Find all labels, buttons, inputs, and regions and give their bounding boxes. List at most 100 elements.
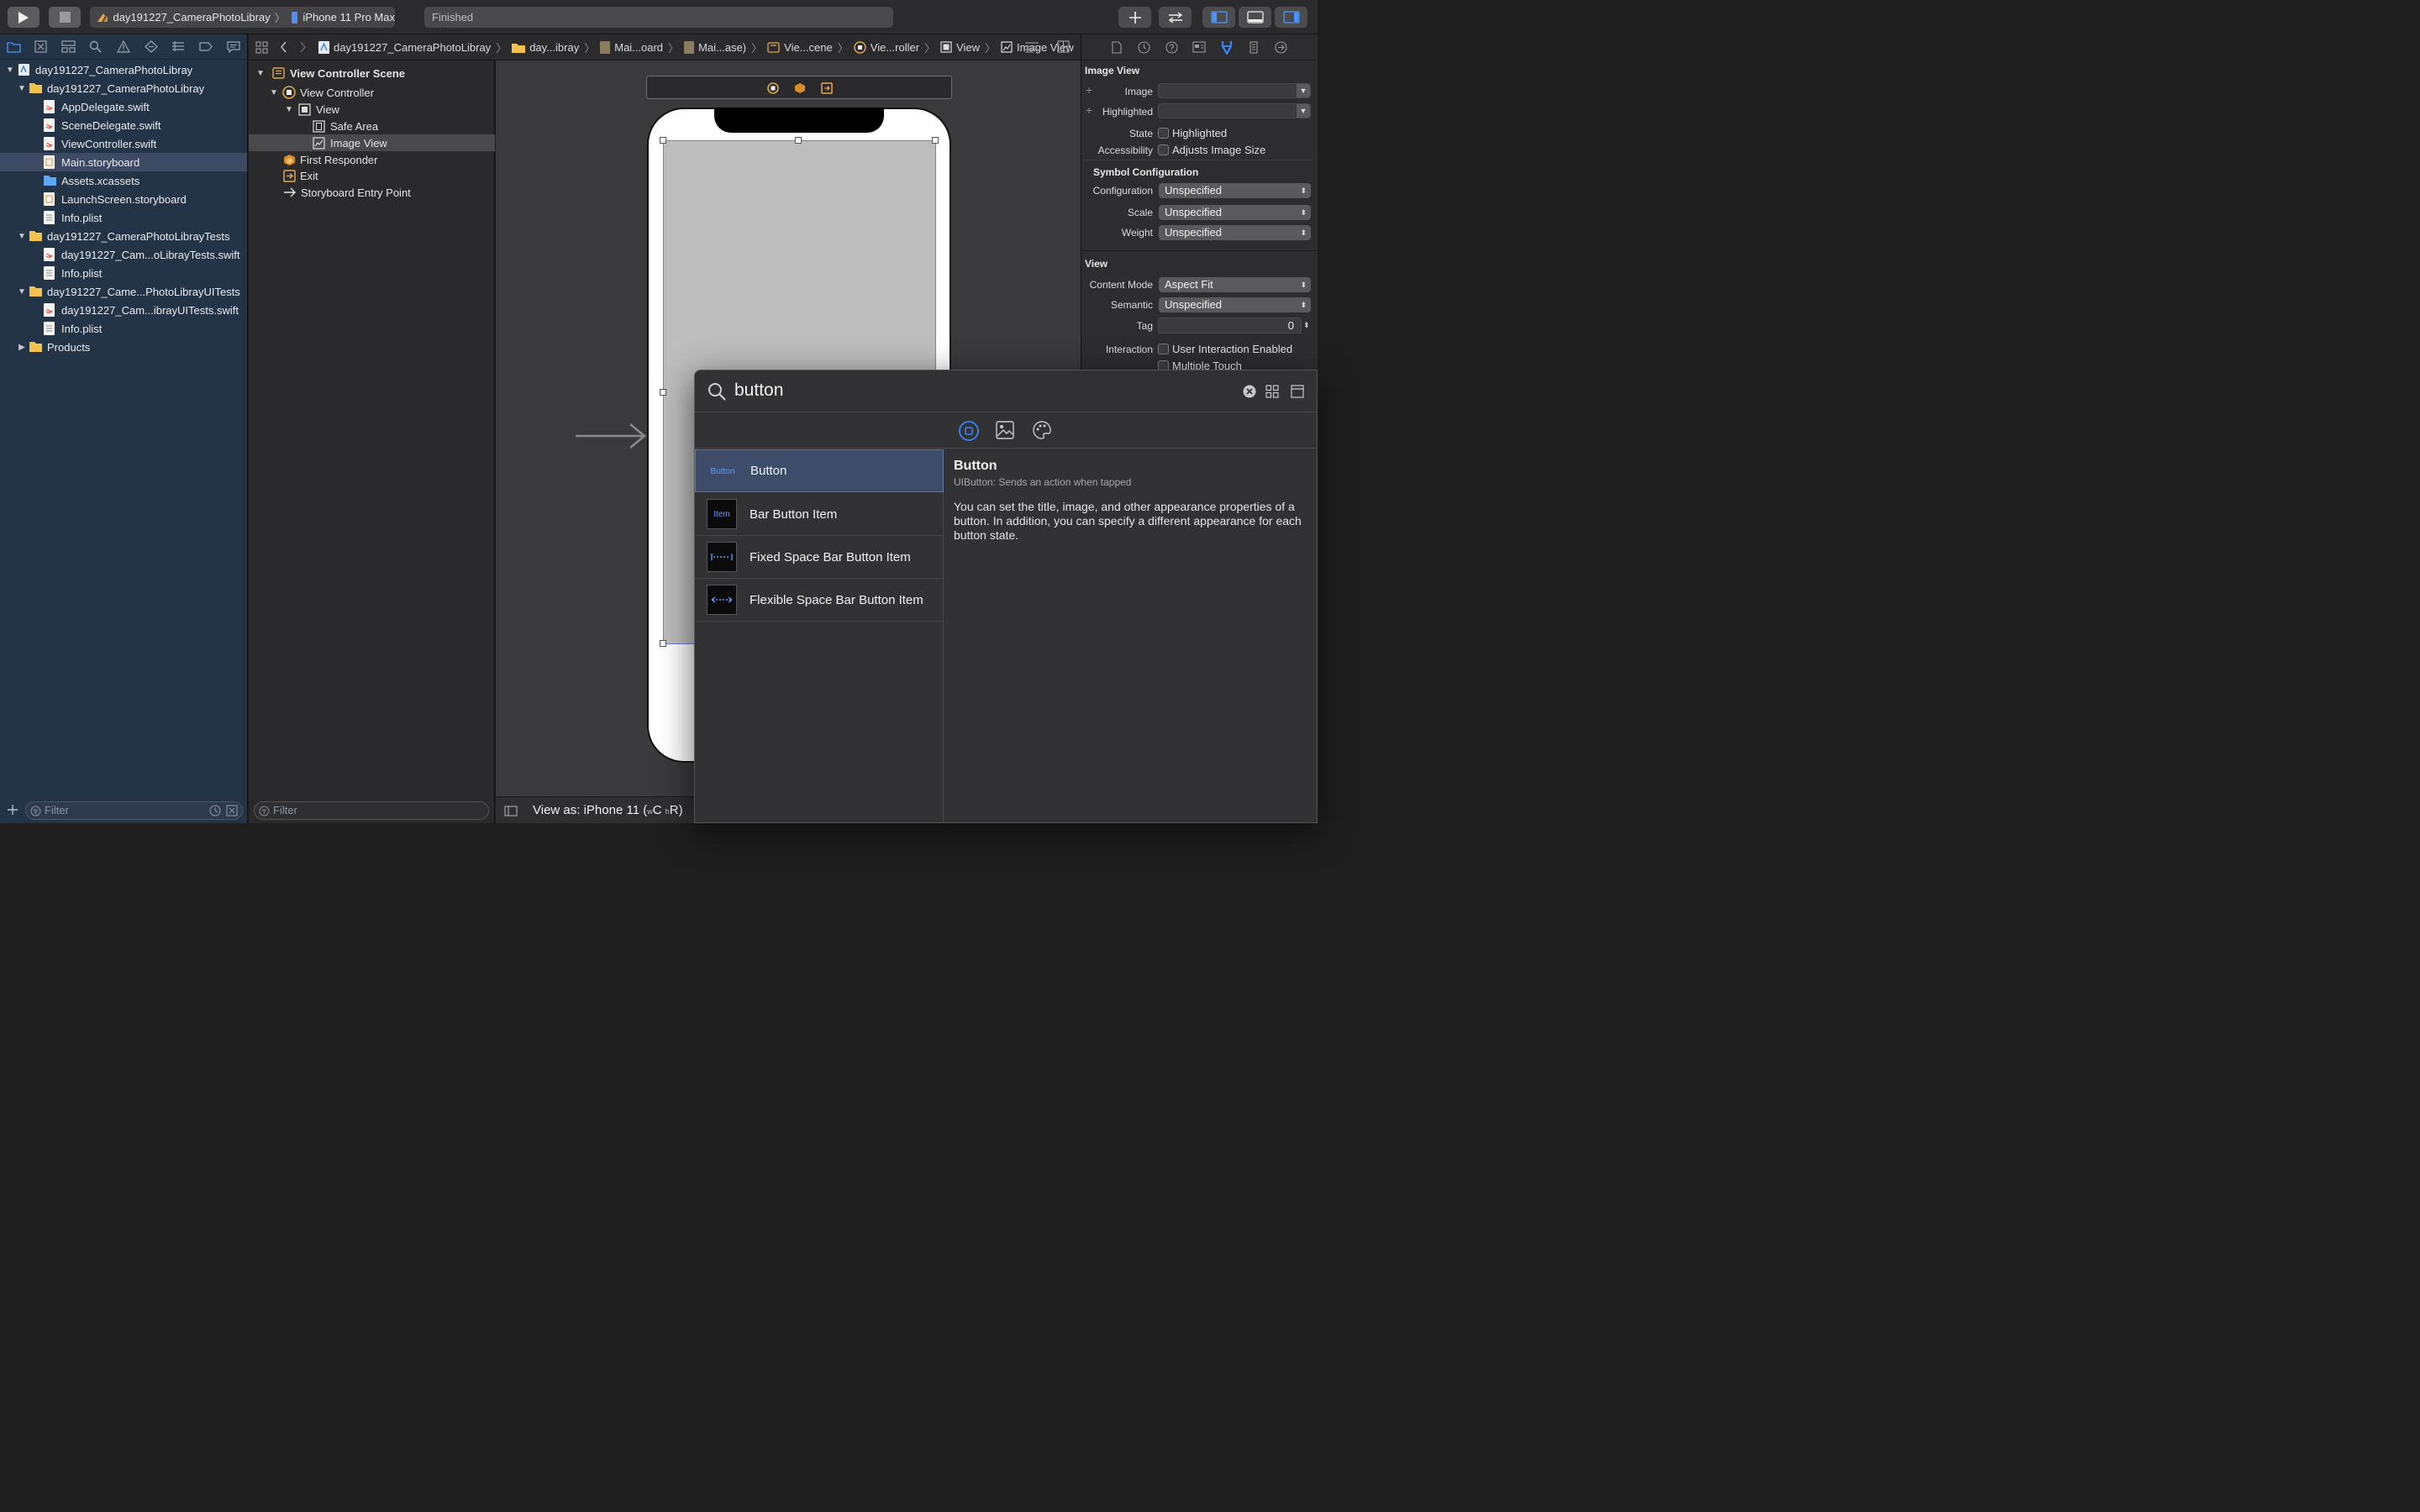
outline-filter-field[interactable]: Filter xyxy=(254,801,489,820)
adjusts-image-size-checkbox[interactable] xyxy=(1158,144,1169,155)
run-button[interactable] xyxy=(8,7,39,28)
tree-file-infoplist[interactable]: Info.plist xyxy=(0,208,247,227)
disclosure-down-icon[interactable]: ▼ xyxy=(255,68,266,78)
library-item-bar-button-item[interactable]: Item Bar Button Item xyxy=(695,493,944,536)
chevron-down-icon[interactable]: ▼ xyxy=(1297,104,1310,118)
tree-file-launchscreen[interactable]: LaunchScreen.storyboard xyxy=(0,190,247,208)
tree-file-assets[interactable]: Assets.xcassets xyxy=(0,171,247,190)
report-icon[interactable] xyxy=(227,40,240,53)
outline-exit[interactable]: Exit xyxy=(249,167,495,184)
crumb-project[interactable]: day191227_CameraPhotoLibray 〉 xyxy=(318,39,507,55)
code-review-button[interactable] xyxy=(1159,7,1192,28)
back-arrow-icon[interactable] xyxy=(280,41,287,53)
stop-button[interactable] xyxy=(49,7,81,28)
debug-icon[interactable] xyxy=(171,40,185,53)
plus-icon[interactable]: + xyxy=(1086,103,1092,117)
highlighted-checkbox[interactable] xyxy=(1158,128,1169,139)
tree-file-scenedelegate[interactable]: SceneDelegate.swift xyxy=(0,116,247,134)
media-library-icon[interactable] xyxy=(996,421,1014,439)
warning-icon[interactable] xyxy=(117,40,130,53)
crumb-scene[interactable]: Vie...cene 〉 xyxy=(767,39,849,55)
test-diamond-icon[interactable] xyxy=(145,40,158,53)
scale-popup[interactable]: Unspecified ⬍ xyxy=(1159,205,1311,220)
crumb-folder[interactable]: day...ibray 〉 xyxy=(512,39,595,55)
crumb-view[interactable]: View 〉 xyxy=(940,39,996,55)
outline-image-view[interactable]: Image View xyxy=(249,134,495,151)
disclosure-down-icon[interactable]: ▼ xyxy=(17,231,27,241)
chevron-down-icon[interactable]: ▼ xyxy=(1297,84,1310,97)
view-as-label[interactable]: View as: iPhone 11 (wC hR) xyxy=(533,803,683,817)
identity-inspector-icon[interactable] xyxy=(1192,41,1206,53)
forward-arrow-icon[interactable] xyxy=(299,41,307,53)
disclosure-down-icon[interactable]: ▼ xyxy=(284,104,294,114)
toggle-debug-area-button[interactable] xyxy=(1239,7,1271,28)
scheme-selector[interactable]: day191227_CameraPhotoLibray 〉 iPhone 11 … xyxy=(90,7,395,28)
resize-handle[interactable] xyxy=(660,640,666,647)
highlighted-combobox[interactable]: ▼ xyxy=(1158,103,1311,118)
help-icon[interactable] xyxy=(1165,41,1178,54)
objects-library-icon[interactable] xyxy=(959,421,979,441)
library-item-fixed-space[interactable]: Fixed Space Bar Button Item xyxy=(695,536,944,579)
add-editor-icon[interactable] xyxy=(1057,40,1070,53)
configuration-popup[interactable]: Unspecified ⬍ xyxy=(1159,183,1311,198)
disclosure-down-icon[interactable]: ▼ xyxy=(269,87,279,97)
view-controller-icon[interactable] xyxy=(767,82,779,94)
outline-entry-point[interactable]: Storyboard Entry Point xyxy=(249,184,495,201)
outline-scene[interactable]: ▼ View Controller Scene xyxy=(249,65,495,81)
tag-stepper[interactable]: ⬍ xyxy=(1303,318,1311,333)
grid-view-icon[interactable] xyxy=(1265,385,1279,398)
tree-file-uitests-plist[interactable]: Info.plist xyxy=(0,319,247,338)
tree-file-tests-swift[interactable]: day191227_Cam...oLibrayTests.swift xyxy=(0,245,247,264)
plus-icon[interactable]: + xyxy=(1086,83,1092,97)
crumb-storyboard-base[interactable]: Mai...ase) 〉 xyxy=(684,39,762,55)
source-control-icon[interactable] xyxy=(34,40,47,53)
history-icon[interactable] xyxy=(1138,41,1150,54)
file-inspector-icon[interactable] xyxy=(1112,41,1122,54)
outline-safe-area[interactable]: Safe Area xyxy=(249,118,495,134)
resize-handle[interactable] xyxy=(660,389,666,396)
disclosure-down-icon[interactable]: ▼ xyxy=(17,286,27,297)
tree-group-uitests[interactable]: ▼ day191227_Came...PhotoLibrayUITests xyxy=(0,282,247,301)
tree-group-app[interactable]: ▼ day191227_CameraPhotoLibray xyxy=(0,79,247,97)
tree-project-root[interactable]: ▼ day191227_CameraPhotoLibray xyxy=(0,60,247,79)
navigator-filter-field[interactable]: Filter xyxy=(25,801,243,820)
search-icon[interactable] xyxy=(89,40,102,53)
disclosure-down-icon[interactable]: ▼ xyxy=(17,83,27,93)
library-item-button[interactable]: Button Button xyxy=(695,449,944,492)
crumb-view-controller[interactable]: Vie...roller 〉 xyxy=(854,39,935,55)
disclosure-right-icon[interactable]: ▶ xyxy=(17,342,27,352)
source-control-filter-icon[interactable] xyxy=(226,805,238,816)
toggle-navigator-button[interactable] xyxy=(1202,7,1235,28)
clear-search-icon[interactable] xyxy=(1243,385,1256,398)
detail-view-icon[interactable] xyxy=(1291,385,1304,398)
library-button[interactable] xyxy=(1118,7,1151,28)
editor-options-icon[interactable] xyxy=(1024,41,1039,53)
recent-files-icon[interactable] xyxy=(209,805,221,816)
tree-file-main-storyboard[interactable]: Main.storyboard xyxy=(0,153,247,171)
outline-toggle-icon[interactable] xyxy=(504,806,518,816)
tag-field[interactable]: 0 xyxy=(1158,318,1302,333)
resize-handle[interactable] xyxy=(932,137,939,144)
library-item-flexible-space[interactable]: Flexible Space Bar Button Item xyxy=(695,579,944,622)
connections-inspector-icon[interactable] xyxy=(1275,41,1287,54)
resize-handle[interactable] xyxy=(660,137,666,144)
breakpoint-icon[interactable] xyxy=(199,40,213,53)
user-interaction-checkbox[interactable] xyxy=(1158,344,1169,354)
resize-handle[interactable] xyxy=(795,137,802,144)
related-items-icon[interactable] xyxy=(255,41,268,54)
first-responder-icon[interactable] xyxy=(794,82,806,94)
disclosure-down-icon[interactable]: ▼ xyxy=(5,65,15,75)
attributes-inspector-icon[interactable] xyxy=(1220,40,1234,55)
outline-view-controller[interactable]: ▼ View Controller xyxy=(249,84,495,101)
weight-popup[interactable]: Unspecified ⬍ xyxy=(1159,225,1311,240)
tree-file-viewcontroller[interactable]: ViewController.swift xyxy=(0,134,247,153)
content-mode-popup[interactable]: Aspect Fit ⬍ xyxy=(1159,277,1311,292)
outline-first-responder[interactable]: First Responder xyxy=(249,151,495,168)
folder-icon[interactable] xyxy=(7,40,21,53)
tree-group-products[interactable]: ▶ Products xyxy=(0,338,247,356)
image-combobox[interactable]: ▼ xyxy=(1158,83,1311,98)
tree-file-uitests-swift[interactable]: day191227_Cam...ibrayUITests.swift xyxy=(0,301,247,319)
crumb-storyboard[interactable]: Mai...oard 〉 xyxy=(600,39,679,55)
outline-view[interactable]: ▼ View xyxy=(249,101,495,118)
size-inspector-icon[interactable] xyxy=(1249,41,1258,54)
